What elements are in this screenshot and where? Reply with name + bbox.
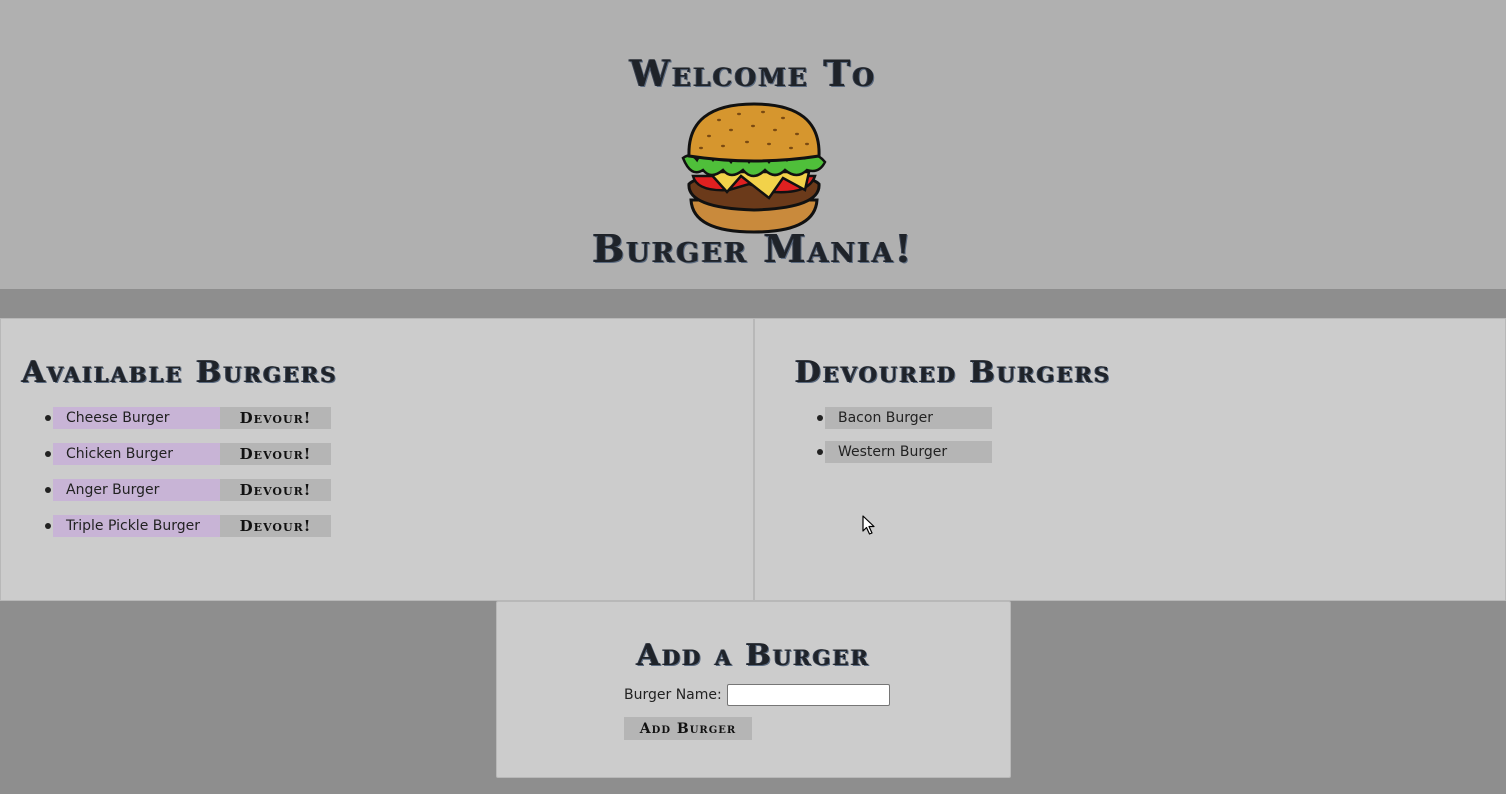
devoured-burger-list: Bacon Burger Western Burger [817,407,992,475]
burger-name: Cheese Burger [53,407,220,429]
devour-button[interactable]: Devour! [220,515,331,537]
devoured-burger-item: Bacon Burger [817,407,992,429]
available-burgers-panel: Available Burgers Cheese Burger Devour! … [0,318,754,601]
devour-button[interactable]: Devour! [220,479,331,501]
available-burger-item: Chicken Burger Devour! [45,443,331,465]
devoured-heading: Devoured Burgers [795,355,1112,390]
devour-button[interactable]: Devour! [220,443,331,465]
burger-icon [681,102,827,234]
bullet-icon [45,415,51,421]
burger-name: Bacon Burger [825,407,992,429]
add-burger-form: Burger Name: Add Burger [624,682,890,740]
burger-name-label: Burger Name: [624,687,722,703]
burger-name-input[interactable] [726,684,890,706]
available-burger-item: Anger Burger Devour! [45,479,331,501]
mouse-pointer-icon [862,515,875,535]
available-heading: Available Burgers [22,355,338,390]
add-burger-heading: Add a Burger [636,638,871,673]
burger-name: Triple Pickle Burger [53,515,220,537]
welcome-heading: Welcome To [629,53,877,95]
burger-name: Western Burger [825,441,992,463]
bullet-icon [817,415,823,421]
burger-name: Anger Burger [53,479,220,501]
burger-name: Chicken Burger [53,443,220,465]
site-title: Burger Mania! [592,226,914,271]
available-burger-item: Triple Pickle Burger Devour! [45,515,331,537]
add-burger-button[interactable]: Add Burger [624,717,752,740]
devoured-burger-item: Western Burger [817,441,992,463]
add-burger-panel: Add a Burger Burger Name: Add Burger [496,601,1011,778]
available-burger-item: Cheese Burger Devour! [45,407,331,429]
devoured-burgers-panel: Devoured Burgers Bacon Burger Western Bu… [754,318,1506,601]
hero-banner: Welcome To Burger Mania! [0,0,1506,289]
bullet-icon [45,523,51,529]
devour-button[interactable]: Devour! [220,407,331,429]
bullet-icon [45,487,51,493]
available-burger-list: Cheese Burger Devour! Chicken Burger Dev… [45,407,331,551]
bullet-icon [817,449,823,455]
bullet-icon [45,451,51,457]
